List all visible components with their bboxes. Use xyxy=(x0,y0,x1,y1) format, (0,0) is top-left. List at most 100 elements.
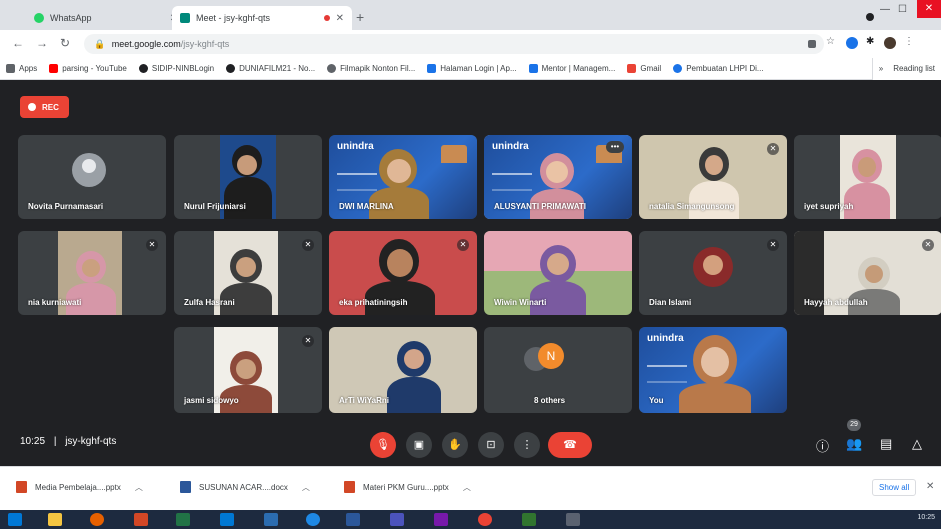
chevron-up-icon[interactable]: ︿ xyxy=(302,482,310,493)
present-screen-button[interactable]: ⊡ xyxy=(478,432,504,458)
close-tab-icon[interactable]: ✕ xyxy=(336,13,344,24)
star-icon[interactable]: ☆ xyxy=(826,36,838,48)
video-person-face xyxy=(82,259,100,277)
download-item[interactable]: SUSUNAN ACAR....docx ︿ xyxy=(180,481,310,493)
show-all-downloads-button[interactable]: Show all xyxy=(872,479,917,496)
camera-permission-icon[interactable] xyxy=(808,40,816,48)
puzzle-icon[interactable]: ✱ xyxy=(866,36,878,48)
meeting-separator: | xyxy=(53,436,57,447)
downloads-shelf: Media Pembelaja....pptx ︿ SUSUNAN ACAR..… xyxy=(0,466,941,510)
outlook-icon[interactable] xyxy=(220,513,234,526)
excel-icon[interactable] xyxy=(176,513,190,526)
download-item[interactable]: Materi PKM Guru....pptx ︿ xyxy=(344,481,471,493)
raise-hand-button[interactable]: ✋ xyxy=(442,432,468,458)
bookmark-apps[interactable]: Apps xyxy=(6,64,37,73)
more-bookmarks-icon[interactable]: » xyxy=(879,64,883,73)
banner-logo: unindra xyxy=(337,141,374,152)
more-options-button[interactable]: ⋮ xyxy=(514,432,540,458)
participant-tile[interactable]: Nurul Frijuniarsi xyxy=(174,135,322,219)
leave-call-button[interactable]: ☎ xyxy=(548,432,592,458)
participant-tile[interactable]: ArTi WiYaRni xyxy=(329,327,477,413)
system-tray-clock[interactable]: 10:25 xyxy=(917,514,935,521)
meeting-info-icon[interactable]: ⓘ xyxy=(816,436,829,455)
tab-meet[interactable]: Meet - jsy-kghf-qts ✕ xyxy=(172,6,352,30)
bookmark-filmapik[interactable]: Filmapik Nonton Fil... xyxy=(327,64,415,73)
participant-tile[interactable]: unindra DWI MARLINA xyxy=(329,135,477,219)
lock-icon: 🔒 xyxy=(94,39,106,49)
close-shelf-icon[interactable]: ✕ xyxy=(926,481,934,492)
bookmark-label: parsing - YouTube xyxy=(62,64,127,73)
participant-tile[interactable]: Novita Purnamasari xyxy=(18,135,166,219)
participant-tile[interactable]: unindra ••• ALUSYANTI PRIMAWATI xyxy=(484,135,632,219)
participant-tile[interactable]: ✕ nia kurniawati xyxy=(18,231,166,315)
url-host: meet.google.com xyxy=(111,39,181,49)
self-tile[interactable]: unindra You xyxy=(639,327,787,413)
start-icon[interactable] xyxy=(8,513,22,526)
video-person-face xyxy=(705,155,723,175)
participant-name: eka prihatiningsih xyxy=(339,298,408,307)
profile-icon[interactable] xyxy=(866,13,874,21)
firefox-icon[interactable] xyxy=(90,513,104,526)
participant-name: Dian Islami xyxy=(649,298,692,307)
participant-tile[interactable]: iyet supriyah xyxy=(794,135,941,219)
bookmark-duniafilm[interactable]: DUNIAFILM21 - No... xyxy=(226,64,315,73)
people-icon[interactable]: 👥 xyxy=(846,436,862,452)
participant-name: nia kurniawati xyxy=(28,298,82,307)
mic-toggle-button[interactable]: 🎙 xyxy=(370,432,396,458)
participant-tile[interactable]: ✕ Zulfa Hasrani xyxy=(174,231,322,315)
app-icon[interactable] xyxy=(566,513,580,526)
participant-tile[interactable]: ✕ Dian Islami xyxy=(639,231,787,315)
edge-icon[interactable] xyxy=(306,513,320,526)
participant-tile[interactable]: ✕ Hayyah abdullah xyxy=(794,231,941,315)
others-avatar-initial: N xyxy=(538,343,564,369)
bookmarks-bar: Apps parsing - YouTube SIDIP-NINBLogin D… xyxy=(0,58,941,80)
publisher-icon[interactable] xyxy=(522,513,536,526)
bookmark-sidip[interactable]: SIDIP-NINBLogin xyxy=(138,64,215,73)
close-window-button[interactable]: ✕ xyxy=(917,0,941,18)
tab-whatsapp[interactable]: WhatsApp ✕ xyxy=(26,6,186,30)
participant-tile[interactable]: ✕ eka prihatiningsih xyxy=(329,231,477,315)
extension-icon[interactable] xyxy=(846,37,858,49)
bookmark-gmail[interactable]: Gmail xyxy=(627,64,661,73)
back-icon[interactable]: ← xyxy=(12,36,24,50)
forward-icon[interactable]: → xyxy=(36,36,48,50)
profile-avatar-icon[interactable] xyxy=(884,37,896,49)
menu-icon[interactable]: ⋮ xyxy=(904,36,916,48)
video-person-face xyxy=(546,161,568,183)
others-tile[interactable]: N 8 others xyxy=(484,327,632,413)
bookmark-youtube[interactable]: parsing - YouTube xyxy=(49,64,127,73)
mic-off-icon: ✕ xyxy=(767,143,779,155)
participant-tile[interactable]: Wiwin Winarti xyxy=(484,231,632,315)
camera-toggle-button[interactable]: ▣ xyxy=(406,432,432,458)
banner-lines xyxy=(647,365,687,383)
chrome-icon[interactable] xyxy=(478,513,492,526)
bookmark-mentor[interactable]: Mentor | Managem... xyxy=(528,64,615,73)
video-person-face xyxy=(547,253,569,275)
onenote-icon[interactable] xyxy=(434,513,448,526)
file-explorer-icon[interactable] xyxy=(48,513,62,526)
url-field[interactable]: 🔒 meet.google.com/jsy-kghf-qts xyxy=(84,34,824,54)
reading-list-button[interactable]: » Reading list xyxy=(871,58,941,80)
bookmark-halaman-login[interactable]: Halaman Login | Ap... xyxy=(427,64,517,73)
video-person-face xyxy=(404,349,424,369)
maximize-icon[interactable]: ☐ xyxy=(898,4,907,15)
bookmark-label: SIDIP-NINBLogin xyxy=(151,64,215,73)
activities-icon[interactable]: △ xyxy=(912,436,922,452)
powerpoint-icon[interactable] xyxy=(134,513,148,526)
participant-tile[interactable]: ✕ jasmi sidowyo xyxy=(174,327,322,413)
new-tab-button[interactable]: + xyxy=(356,9,364,25)
participant-tile[interactable]: ✕ natalia Simangunsong xyxy=(639,135,787,219)
chevron-up-icon[interactable]: ︿ xyxy=(135,482,143,493)
chat-icon[interactable]: ▤ xyxy=(880,436,892,452)
mic-off-icon: ✕ xyxy=(302,239,314,251)
visio-icon[interactable] xyxy=(264,513,278,526)
download-item[interactable]: Media Pembelaja....pptx ︿ xyxy=(16,481,143,493)
participant-name: ArTi WiYaRni xyxy=(339,396,390,405)
teams-icon[interactable] xyxy=(390,513,404,526)
word-icon[interactable] xyxy=(346,513,360,526)
bookmark-pembuatan[interactable]: Pembuatan LHPI Di... xyxy=(673,64,764,73)
minimize-icon[interactable]: — xyxy=(880,4,890,15)
chevron-up-icon[interactable]: ︿ xyxy=(463,482,471,493)
more-options-icon[interactable]: ••• xyxy=(606,141,624,153)
reload-icon[interactable]: ↻ xyxy=(60,36,70,50)
